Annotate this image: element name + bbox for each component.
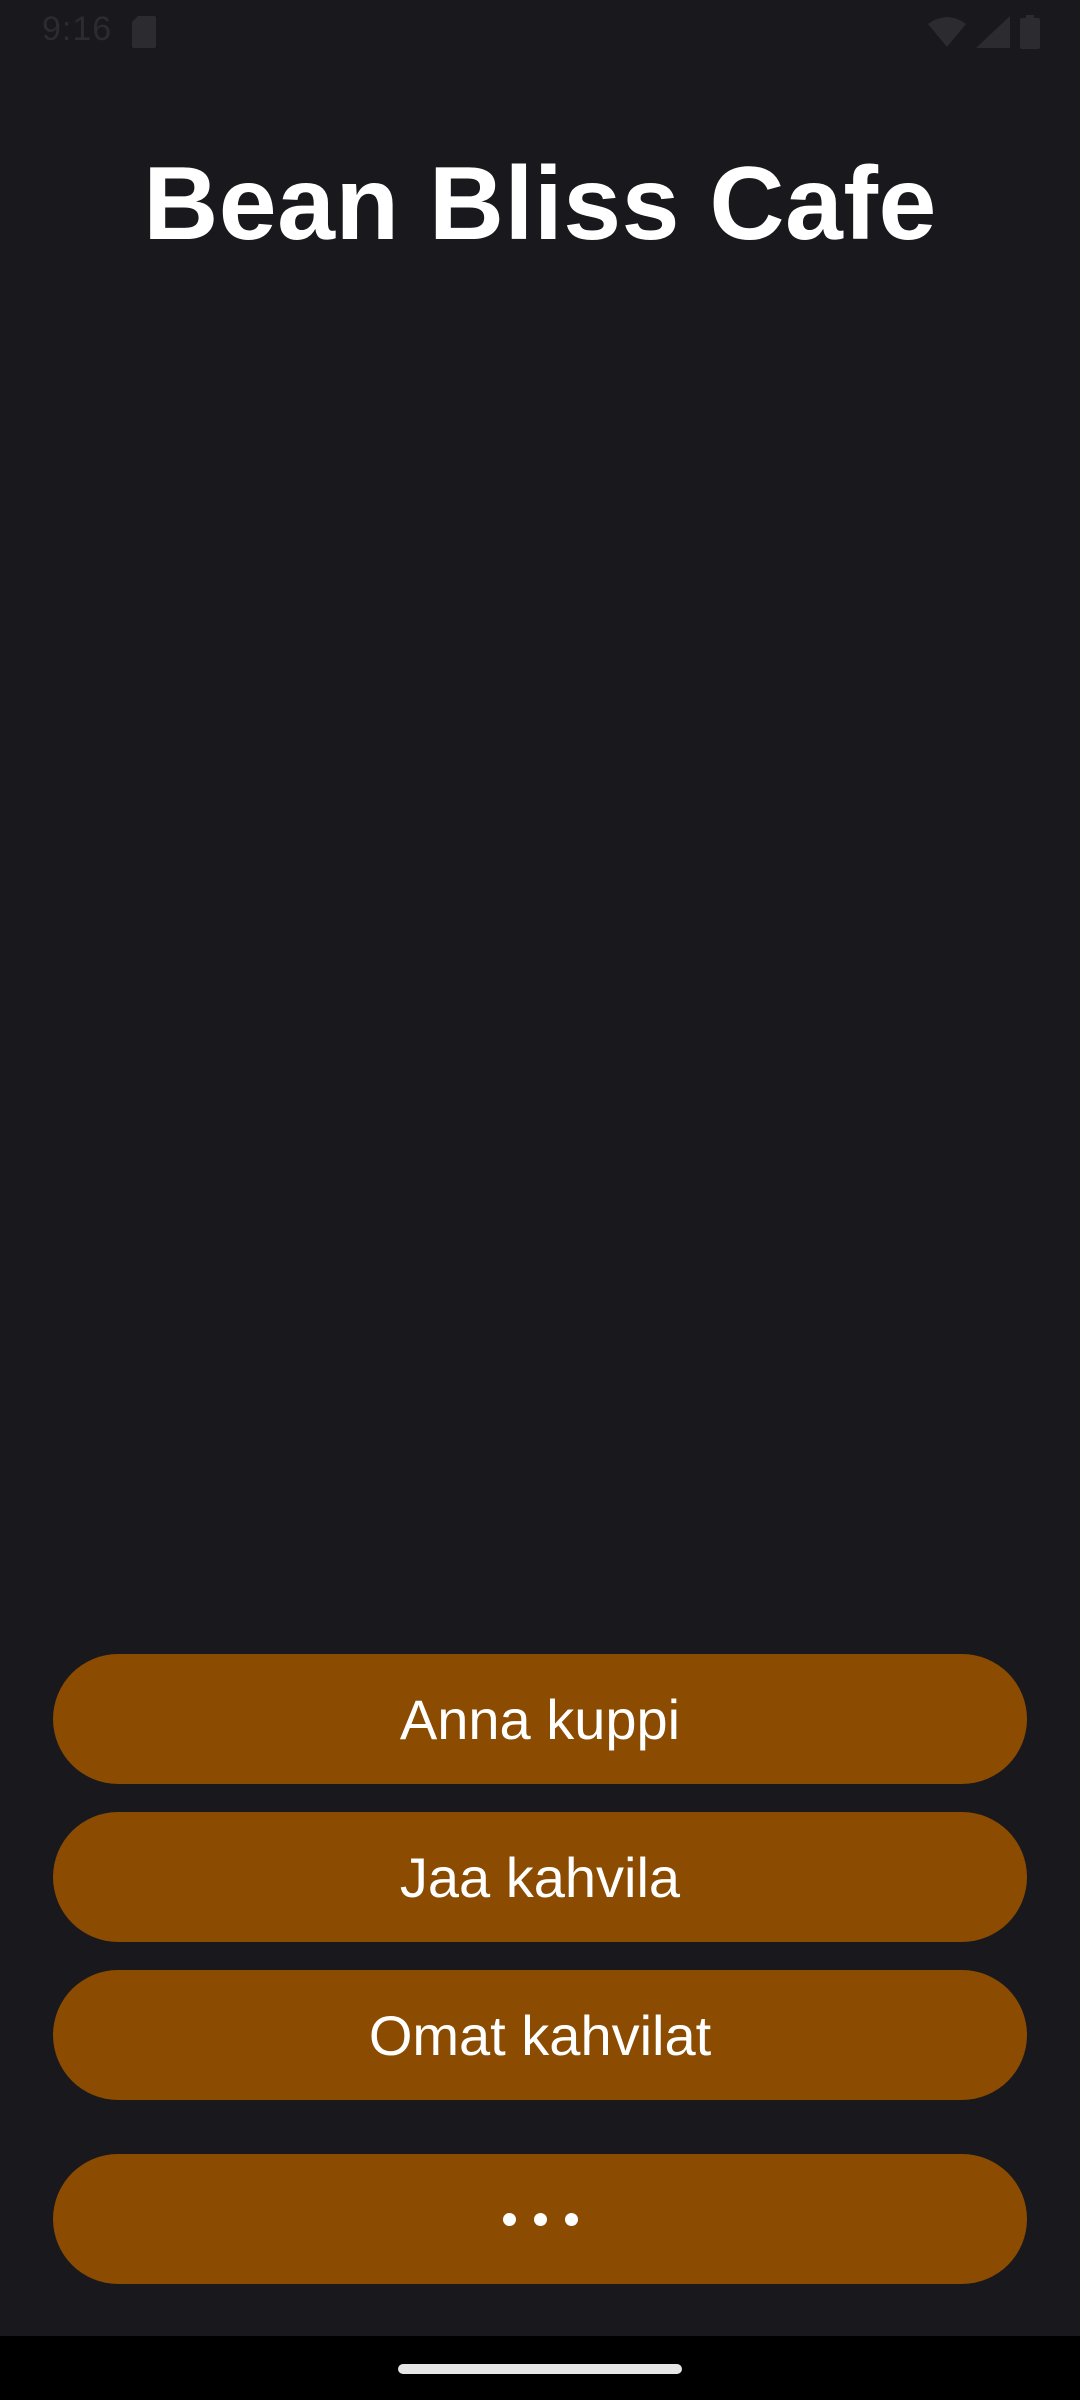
wifi-icon [928, 17, 966, 47]
battery-icon [1020, 15, 1040, 49]
more-options-button[interactable] [53, 2154, 1027, 2284]
dot [533, 2212, 547, 2226]
status-time: 9:16 [42, 10, 113, 48]
page-title: Bean Bliss Cafe [143, 146, 937, 262]
status-icons [928, 14, 1040, 50]
status-bar: 9:16 [0, 0, 1080, 62]
my-cafes-button[interactable]: Omat kahvilat [53, 1970, 1027, 2100]
home-gesture-handle[interactable] [398, 2364, 682, 2374]
my-cafes-label: Omat kahvilat [368, 2003, 712, 2067]
share-cafe-button[interactable]: Jaa kahvila [53, 1812, 1027, 1942]
dot [564, 2212, 578, 2226]
dot [502, 2212, 516, 2226]
app-screen: 9:16 Bean Bliss Cafe Anna kuppi Jaa kahv… [0, 0, 1080, 2400]
sd-card-icon [132, 16, 156, 48]
give-cup-label: Anna kuppi [399, 1687, 681, 1751]
give-cup-button[interactable]: Anna kuppi [53, 1654, 1027, 1784]
share-cafe-label: Jaa kahvila [399, 1845, 681, 1909]
navigation-bar [0, 2336, 1080, 2400]
cell-signal-icon [976, 16, 1010, 48]
more-horizontal-icon [502, 2212, 578, 2226]
